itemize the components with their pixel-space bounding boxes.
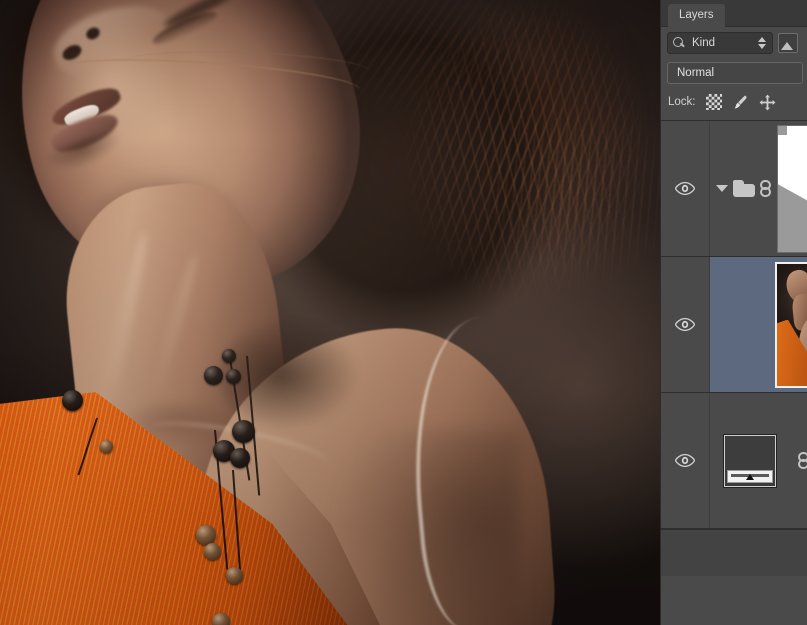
layer-mask-thumbnail[interactable] [777, 124, 807, 253]
layer-row-body[interactable] [710, 257, 807, 392]
up-down-stepper-icon[interactable] [758, 35, 767, 51]
layer-row-body[interactable] [710, 393, 807, 528]
brush-icon[interactable] [732, 94, 749, 111]
blend-mode-dropdown[interactable]: Normal [667, 62, 803, 84]
layer-visibility-cell[interactable] [661, 393, 710, 528]
layer-list-empty-area [661, 529, 807, 576]
document-canvas[interactable] [0, 0, 660, 625]
filter-toggle-button[interactable] [778, 33, 798, 53]
layer-visibility-cell[interactable] [661, 257, 710, 392]
checkerboard-icon[interactable] [705, 94, 722, 110]
eye-icon[interactable] [674, 181, 696, 196]
folder-icon [733, 180, 755, 197]
link-icon[interactable] [760, 179, 771, 198]
table-row[interactable] [661, 257, 807, 393]
levels-adjustment-thumbnail[interactable] [723, 433, 777, 488]
move-cross-icon[interactable] [759, 94, 776, 111]
layer-row-body[interactable] [710, 121, 807, 256]
photo-layer-thumbnail[interactable] [775, 261, 807, 388]
filter-kind-label: Kind [692, 37, 716, 49]
table-row[interactable] [661, 121, 807, 257]
link-icon[interactable] [798, 451, 807, 470]
layer-list [661, 120, 807, 529]
eye-icon[interactable] [674, 317, 696, 332]
adjustment-filter-icon [781, 42, 793, 50]
disclosure-triangle-icon[interactable] [716, 185, 728, 192]
portrait-photo [0, 0, 660, 625]
lock-row: Lock: [661, 84, 807, 120]
layers-panel: Layers Kind Normal Lock: [660, 0, 807, 625]
filter-kind-dropdown[interactable]: Kind [667, 32, 773, 54]
lock-label: Lock: [668, 96, 696, 108]
blend-mode-row: Normal [661, 59, 807, 84]
layer-filter-row: Kind [661, 27, 807, 59]
app-window: Layers Kind Normal Lock: [0, 0, 807, 625]
layer-visibility-cell[interactable] [661, 121, 710, 256]
magnifier-icon [673, 37, 685, 49]
panel-tab-bar: Layers [661, 0, 807, 27]
table-row[interactable] [661, 393, 807, 529]
tab-layers[interactable]: Layers [668, 4, 725, 27]
eye-icon[interactable] [674, 453, 696, 468]
